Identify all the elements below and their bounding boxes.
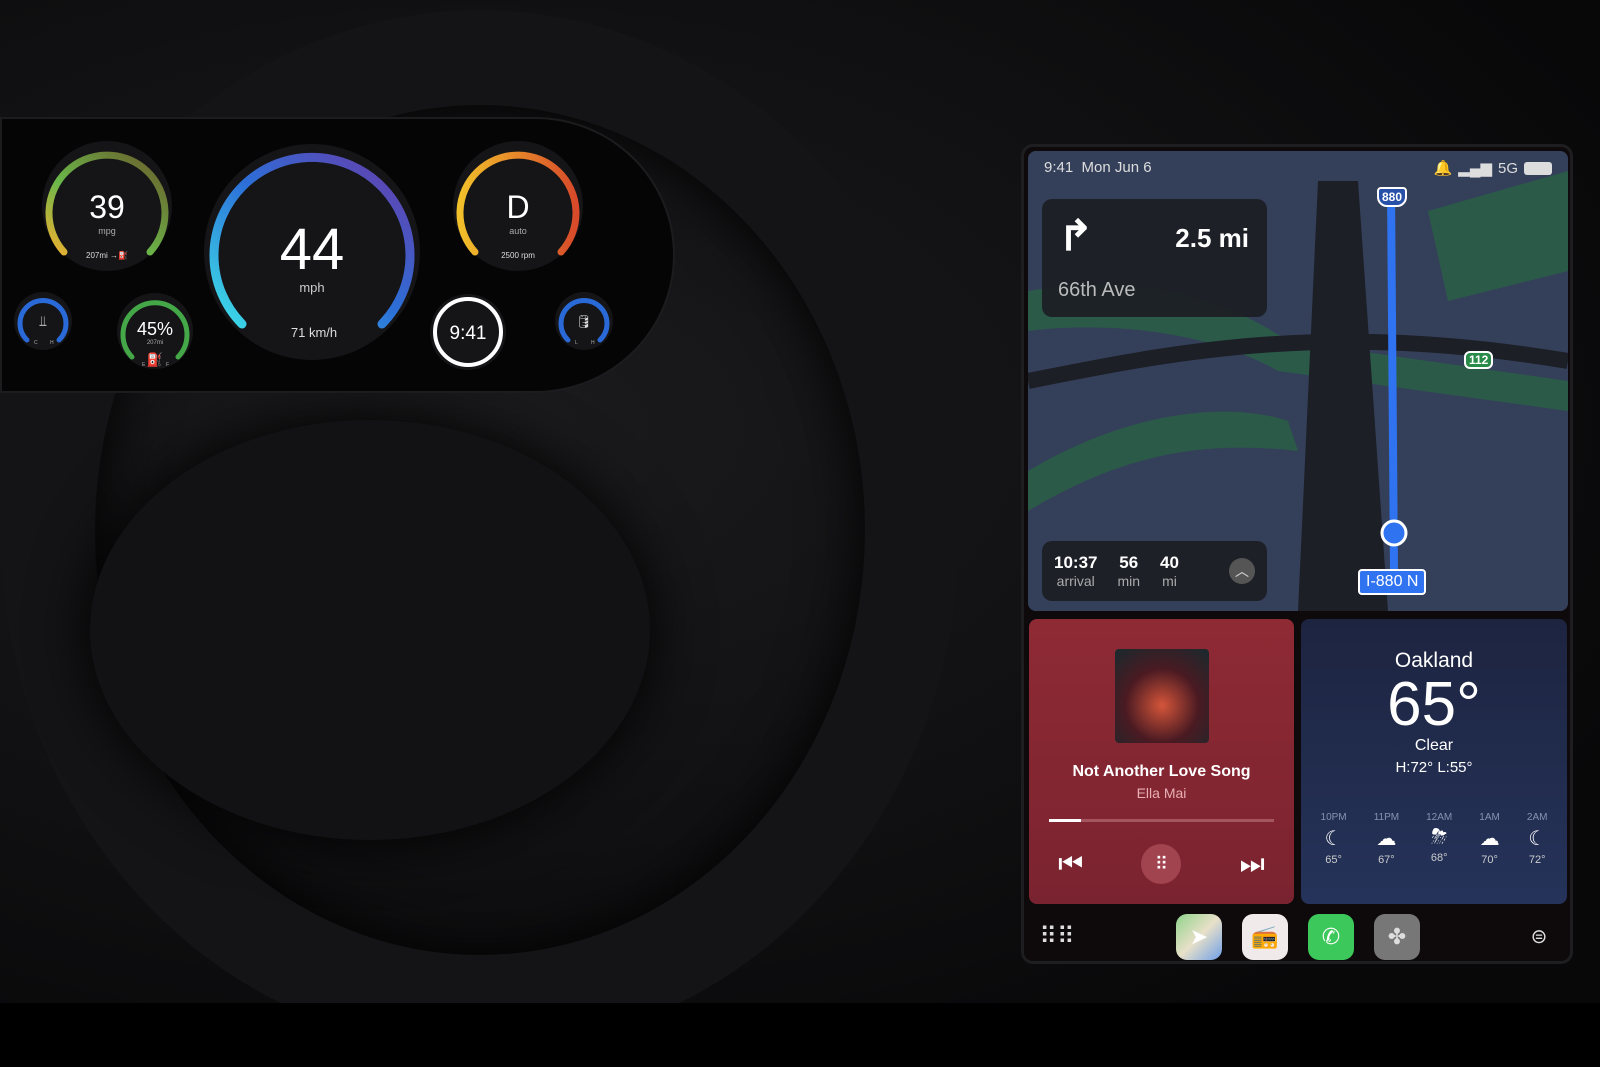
- now-playing-widget[interactable]: Not Another Love Song Ella Mai ⏮ ⠿ ⏭: [1029, 619, 1294, 904]
- interstate-shield: 880: [1377, 187, 1408, 207]
- next-track-button[interactable]: ⏭: [1240, 848, 1265, 881]
- forecast-hour: 2AM ☾ 72°: [1527, 812, 1548, 866]
- battery-icon: [1524, 161, 1552, 175]
- instrument-cluster: 39 mpg 207mi →⛽ 44 mph 71 km/h D auto 25…: [0, 117, 675, 393]
- weather-hilo: H:72° L:55°: [1395, 759, 1473, 776]
- playback-progress[interactable]: [1049, 819, 1274, 822]
- oil-can-icon: 🛢: [576, 314, 593, 329]
- forecast-time: 11PM: [1373, 812, 1400, 823]
- mpg-range: 207mi →⛽: [86, 250, 128, 260]
- forecast-time: 10PM: [1320, 812, 1347, 823]
- speed-unit: mph: [299, 280, 324, 295]
- forecast-hour: 10PM ☾ 65°: [1321, 812, 1347, 866]
- eta-miles: 40: [1160, 553, 1179, 572]
- signal-icon: ▂▄▆: [1458, 160, 1492, 177]
- turn-right-icon: ↱: [1058, 212, 1094, 259]
- forecast-temp: 65°: [1325, 854, 1342, 866]
- weather-widget[interactable]: Oakland 65° Clear H:72° L:55° 10PM ☾ 65° 1…: [1301, 619, 1567, 904]
- clock-time: 9:41: [450, 323, 487, 344]
- carplay-screen: 9:41 Mon Jun 6 🔔 ▂▄▆ 5G 880 112 I-880 N ↱ …: [1021, 144, 1573, 964]
- forecast-temp: 72°: [1528, 854, 1546, 866]
- song-artist: Ella Mai: [1136, 785, 1187, 801]
- forecast-hour: 11PM ☁ 67°: [1374, 812, 1399, 866]
- turn-street: 66th Ave: [1058, 279, 1136, 301]
- status-time: 9:41: [1044, 159, 1074, 176]
- speedometer: 44 mph 71 km/h: [204, 144, 420, 360]
- dashboard-toggle-icon[interactable]: ⊜: [1516, 914, 1562, 960]
- song-title: Not Another Love Song: [1072, 763, 1251, 780]
- forecast-time: 2AM: [1526, 812, 1548, 823]
- network-label: 5G: [1497, 159, 1518, 177]
- arrival-time: 10:37: [1054, 553, 1098, 572]
- hourly-forecast: 10PM ☾ 65° 11PM ☁ 67° 12AM ⛈ 68° 1AM ☁ 70° 2AM ☾ 7…: [1301, 812, 1567, 866]
- forecast-time: 12AM: [1426, 812, 1453, 823]
- thunderstorm-icon: ⛈: [1431, 826, 1448, 848]
- steering-hub: [90, 420, 650, 840]
- forecast-hour: 1AM ☁ 70°: [1479, 812, 1500, 866]
- oil-low: L: [575, 340, 578, 346]
- expand-chevron-icon[interactable]: ︿: [1229, 558, 1255, 584]
- clock-gauge: 9:41: [430, 294, 506, 370]
- forecast-time: 1AM: [1479, 812, 1500, 823]
- fuel-gauge: 45% 207mi ⛽ E F: [117, 293, 193, 369]
- weather-condition: Clear: [1414, 737, 1454, 754]
- eta-minutes: 56: [1119, 553, 1139, 572]
- coolant-gauge: ⫫ C H: [14, 292, 72, 350]
- state-route-shield: 112: [1464, 351, 1494, 369]
- speed-value: 44: [280, 217, 345, 282]
- fuel-percent: 45%: [137, 319, 173, 339]
- moon-icon: ☾: [1528, 828, 1547, 850]
- maps-app-icon[interactable]: ➤: [1176, 914, 1222, 960]
- status-date: Mon Jun 6: [1081, 159, 1152, 176]
- eta-card[interactable]: 10:37 arrival 56 min 40 mi ︿: [1042, 541, 1267, 601]
- map-view[interactable]: 9:41 Mon Jun 6 🔔 ▂▄▆ 5G 880 112 I-880 N ↱ …: [1028, 151, 1568, 611]
- arrival-label: arrival: [1056, 573, 1095, 589]
- fan-climate-app-icon[interactable]: ✤: [1374, 914, 1420, 960]
- route-line: [1387, 190, 1398, 572]
- weather-temp: 65°: [1387, 670, 1481, 739]
- fuel-full: F: [166, 362, 169, 368]
- turn-card[interactable]: ↱ 2.5 mi 66th Ave: [1042, 199, 1267, 317]
- bottom-bar: [0, 1003, 1600, 1067]
- fuel-range: 207mi: [147, 340, 163, 346]
- cloud-rain-icon: ☁: [1376, 828, 1397, 850]
- oil-high: H: [591, 340, 595, 346]
- coolant-low: C: [34, 340, 38, 346]
- fuel-pump-icon: ⛽: [147, 352, 163, 367]
- gear-gauge: D auto 2500 rpm: [453, 141, 583, 271]
- minutes-label: min: [1117, 573, 1141, 589]
- bell-icon: 🔔: [1433, 160, 1453, 177]
- rpm: 2500 rpm: [501, 251, 535, 260]
- turn-distance: 2.5 mi: [1175, 223, 1249, 253]
- phone-app-icon[interactable]: ✆: [1308, 914, 1354, 960]
- moon-icon: ☾: [1324, 828, 1343, 850]
- forecast-temp: 67°: [1378, 854, 1395, 866]
- radio-app-icon[interactable]: 📻: [1242, 914, 1288, 960]
- mpg-unit: mpg: [98, 226, 116, 236]
- playback-progress-fill: [1049, 819, 1081, 822]
- gear-mode: auto: [509, 226, 527, 236]
- coolant-high: H: [50, 340, 54, 346]
- location-arrow-icon: [1380, 519, 1408, 547]
- dock: ⠿⠿ ➤ 📻 ✆ ✤ ⊜: [1024, 912, 1570, 962]
- status-bar: 9:41 Mon Jun 6 🔔 ▂▄▆ 5G: [1044, 159, 1552, 177]
- album-art: [1114, 649, 1209, 743]
- speed-kmh: 71 km/h: [291, 325, 337, 340]
- oil-gauge: 🛢 L H: [555, 292, 613, 350]
- forecast-hour: 12AM ⛈ 68°: [1426, 812, 1452, 866]
- miles-label: mi: [1162, 573, 1177, 589]
- forecast-temp: 70°: [1481, 854, 1498, 866]
- cloud-moon-icon: ☁: [1479, 828, 1500, 850]
- more-grid-button[interactable]: ⠿: [1141, 844, 1182, 884]
- gear-value: D: [506, 189, 529, 225]
- mpg-value: 39: [89, 189, 125, 225]
- mpg-gauge: 39 mpg 207mi →⛽: [42, 141, 172, 271]
- forecast-temp: 68°: [1430, 852, 1448, 864]
- highway-label: I-880 N: [1358, 569, 1427, 595]
- app-grid-icon[interactable]: ⠿⠿: [1034, 914, 1080, 960]
- thermometer-icon: ⫫: [39, 313, 47, 329]
- previous-track-button[interactable]: ⏮: [1058, 848, 1083, 881]
